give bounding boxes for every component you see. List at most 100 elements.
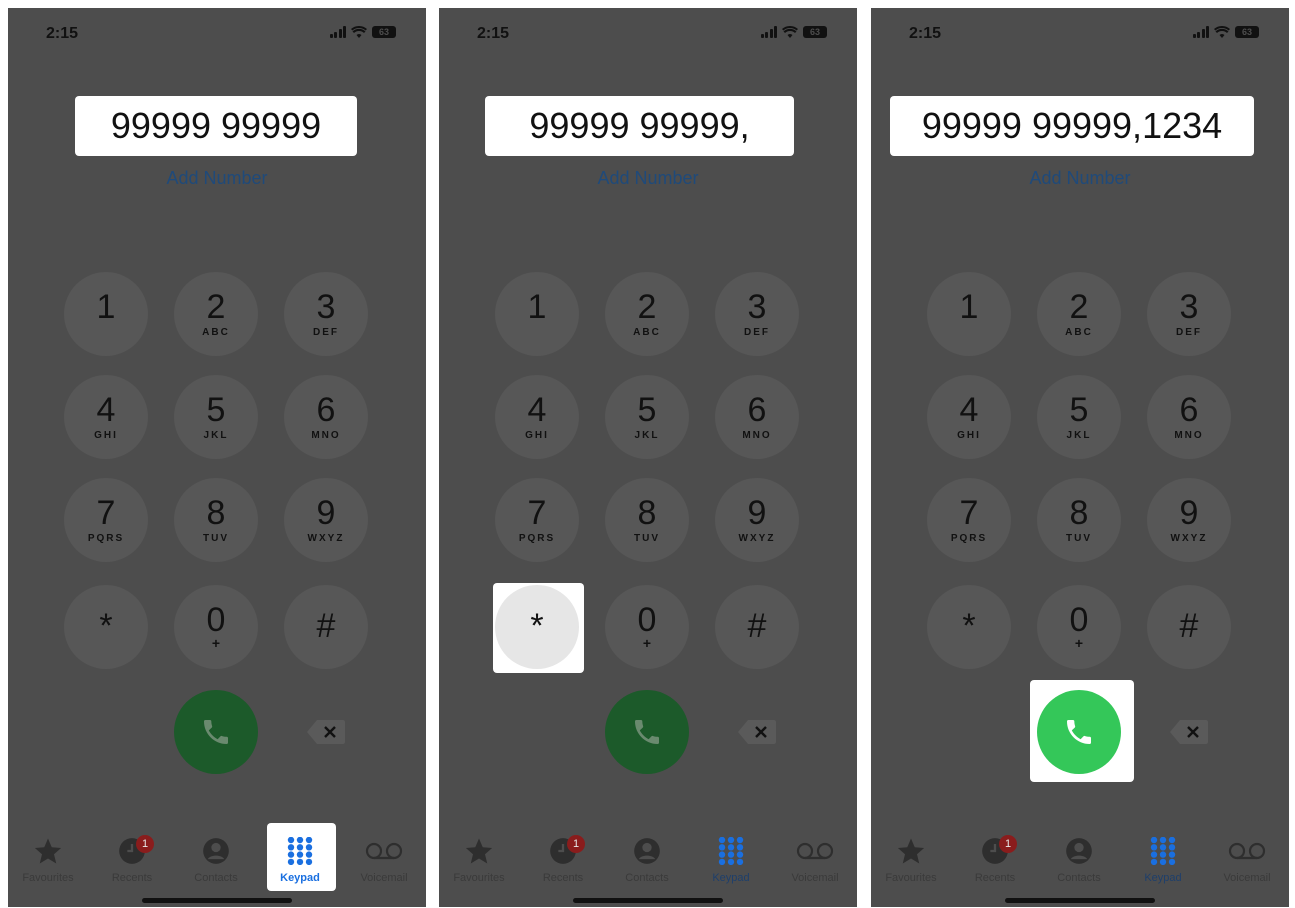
tab-voicemail[interactable]: Voicemail (773, 835, 857, 884)
delete-icon[interactable] (1170, 720, 1208, 744)
tab-favourites[interactable]: Favourites (8, 835, 90, 884)
recents-badge: 1 (567, 835, 585, 853)
tab-keypad[interactable]: Keypad (689, 835, 773, 884)
call-button[interactable] (174, 690, 258, 774)
key-8[interactable]: 8 TUV (605, 478, 689, 562)
key-hash[interactable]: # (1147, 585, 1231, 669)
key-letters: DEF (313, 327, 339, 338)
key-1[interactable]: 1 (64, 272, 148, 356)
person-icon (202, 837, 230, 868)
tab-bar: Favourites 1 Recents Contacts Keypad Voi… (439, 817, 857, 907)
key-4[interactable]: 4 GHI (495, 375, 579, 459)
key-8[interactable]: 8 TUV (1037, 478, 1121, 562)
key-4[interactable]: 4 GHI (927, 375, 1011, 459)
key-5[interactable]: 5 JKL (605, 375, 689, 459)
key-3[interactable]: 3 DEF (1147, 272, 1231, 356)
key-digit: 8 (1069, 494, 1089, 532)
key-digit: 1 (959, 288, 979, 326)
key-3[interactable]: 3 DEF (284, 272, 368, 356)
key-letters: GHI (94, 430, 118, 441)
key-6[interactable]: 6 MNO (715, 375, 799, 459)
key-5[interactable]: 5 JKL (1037, 375, 1121, 459)
key-2[interactable]: 2 ABC (174, 272, 258, 356)
key-hash[interactable]: # (284, 585, 368, 669)
key-digit: 3 (1179, 288, 1199, 326)
status-icons: 63 (1192, 26, 1259, 38)
voicemail-icon (1227, 841, 1267, 864)
key-digit: 5 (637, 391, 657, 429)
key-digit: 6 (747, 391, 767, 429)
voicemail-icon (795, 841, 835, 864)
key-2[interactable]: 2 ABC (605, 272, 689, 356)
key-star[interactable]: * (927, 585, 1011, 669)
key-9[interactable]: 9 WXYZ (284, 478, 368, 562)
tab-favourites[interactable]: Favourites (439, 835, 521, 884)
battery-icon: 63 (1235, 26, 1259, 38)
key-star[interactable]: * (495, 585, 579, 669)
tab-favourites[interactable]: Favourites (871, 835, 953, 884)
tab-contacts[interactable]: Contacts (174, 835, 258, 884)
tab-recents[interactable]: 1 Recents (90, 835, 174, 884)
key-7[interactable]: 7 PQRS (495, 478, 579, 562)
key-star[interactable]: * (64, 585, 148, 669)
add-number-link[interactable]: Add Number (8, 168, 426, 189)
person-icon (633, 837, 661, 868)
add-number-link[interactable]: Add Number (439, 168, 857, 189)
key-7[interactable]: 7 PQRS (64, 478, 148, 562)
key-letters: TUV (634, 533, 660, 544)
key-2[interactable]: 2 ABC (1037, 272, 1121, 356)
tab-label: Recents (111, 872, 153, 884)
key-4[interactable]: 4 GHI (64, 375, 148, 459)
phone-screen-2: 2:15 63 99999 99999, Add Number 1 2 ABC 3… (439, 8, 857, 907)
key-6[interactable]: 6 MNO (284, 375, 368, 459)
call-button[interactable] (1037, 690, 1121, 774)
key-letters: PQRS (950, 533, 988, 544)
key-letters: ABC (633, 327, 661, 338)
star-icon (33, 836, 63, 869)
home-indicator (573, 898, 723, 903)
key-5[interactable]: 5 JKL (174, 375, 258, 459)
tab-keypad[interactable]: Keypad (1121, 835, 1205, 884)
key-1[interactable]: 1 (495, 272, 579, 356)
key-letters: WXYZ (307, 533, 345, 544)
key-0[interactable]: 0 + (1037, 585, 1121, 669)
tab-contacts[interactable]: Contacts (605, 835, 689, 884)
delete-icon[interactable] (307, 720, 345, 744)
recents-badge: 1 (136, 835, 154, 853)
tab-voicemail[interactable]: Voicemail (342, 835, 426, 884)
battery-icon: 63 (803, 26, 827, 38)
key-8[interactable]: 8 TUV (174, 478, 258, 562)
status-icons: 63 (760, 26, 827, 38)
delete-icon[interactable] (738, 720, 776, 744)
key-9[interactable]: 9 WXYZ (1147, 478, 1231, 562)
battery-icon: 63 (372, 26, 396, 38)
tab-label: Recents (974, 872, 1016, 884)
add-number-link[interactable]: Add Number (871, 168, 1289, 189)
key-6[interactable]: 6 MNO (1147, 375, 1231, 459)
key-digit: 2 (637, 288, 657, 326)
key-digit: 0 (637, 601, 657, 639)
key-letters: ABC (202, 327, 230, 338)
key-1[interactable]: 1 (927, 272, 1011, 356)
key-7[interactable]: 7 PQRS (927, 478, 1011, 562)
key-hash[interactable]: # (715, 585, 799, 669)
tab-recents[interactable]: 1 Recents (953, 835, 1037, 884)
keypad-grid-icon (286, 836, 314, 868)
tab-keypad[interactable]: Keypad (258, 835, 342, 884)
key-3[interactable]: 3 DEF (715, 272, 799, 356)
key-0[interactable]: 0 + (174, 585, 258, 669)
key-digit: # (316, 607, 336, 645)
dialed-number-display: 99999 99999, (485, 96, 794, 156)
tab-contacts[interactable]: Contacts (1037, 835, 1121, 884)
call-button[interactable] (605, 690, 689, 774)
key-digit: 5 (206, 391, 226, 429)
key-0[interactable]: 0 + (605, 585, 689, 669)
keypad-grid-icon (717, 836, 745, 868)
tab-recents[interactable]: 1 Recents (521, 835, 605, 884)
star-icon (896, 836, 926, 869)
key-letters: JKL (634, 430, 660, 441)
key-9[interactable]: 9 WXYZ (715, 478, 799, 562)
key-letters: WXYZ (738, 533, 776, 544)
key-digit: 1 (96, 288, 116, 326)
tab-voicemail[interactable]: Voicemail (1205, 835, 1289, 884)
